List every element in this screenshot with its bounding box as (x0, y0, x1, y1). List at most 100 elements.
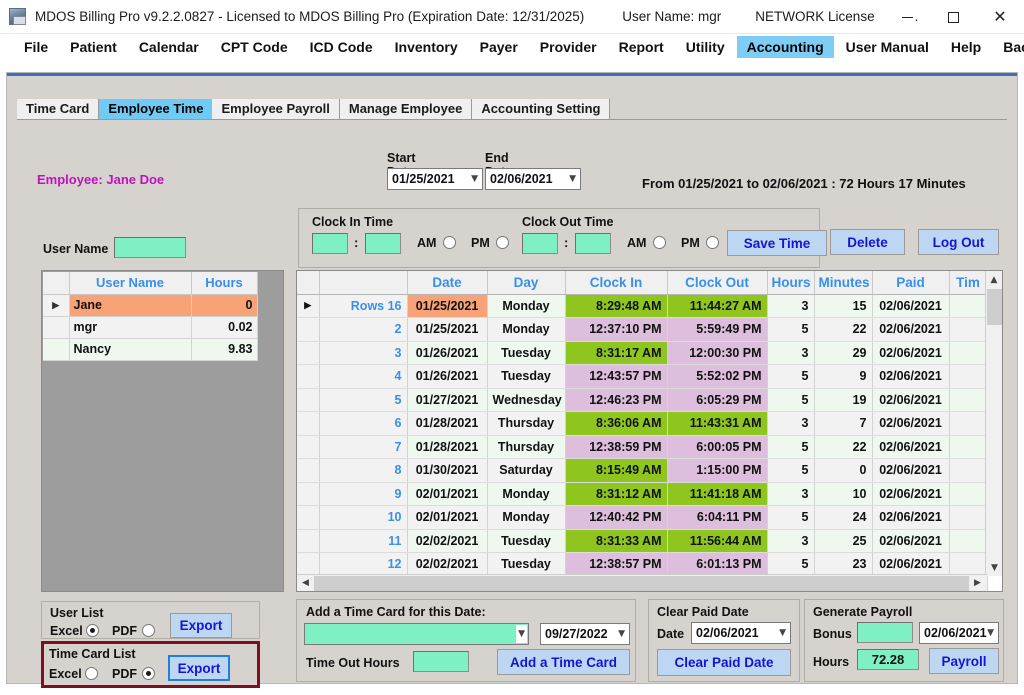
vertical-scroll-thumb[interactable] (987, 289, 1002, 325)
end-date-combo[interactable]: 02/06/2021 ▼ (485, 168, 581, 190)
user-list-excel-radio[interactable] (86, 624, 99, 637)
tab-employee-time[interactable]: Employee Time (99, 99, 212, 120)
menu-item-user-manual[interactable]: User Manual (836, 36, 939, 58)
time-grid-row[interactable]: ▶Rows 1601/25/2021Monday8:29:48 AM11:44:… (297, 294, 987, 318)
time-grid-col-marker[interactable] (297, 271, 319, 294)
clock-out-hour-input[interactable] (522, 233, 558, 254)
time-grid-row[interactable]: 301/26/2021Tuesday8:31:17 AM12:00:30 PM3… (297, 341, 987, 365)
time-grid-row[interactable]: 1102/02/2021Tuesday8:31:33 AM11:56:44 AM… (297, 529, 987, 553)
time-card-list-excel-radio[interactable] (85, 667, 98, 680)
tab-time-card[interactable]: Time Card (17, 99, 99, 120)
time-grid-col-rownum[interactable] (319, 271, 407, 294)
user-row-name: Jane (69, 294, 191, 316)
tab-employee-payroll[interactable]: Employee Payroll (212, 99, 339, 120)
tab-manage-employee[interactable]: Manage Employee (340, 99, 472, 120)
time-grid-col-minutes[interactable]: Minutes (814, 271, 872, 294)
user-list-pdf-radio[interactable] (142, 624, 155, 637)
add-a-time-card-button[interactable]: Add a Time Card (497, 649, 630, 675)
time-grid-row[interactable]: 701/28/2021Thursday12:38:59 PM6:00:05 PM… (297, 435, 987, 459)
add-time-card-date-combo[interactable]: 09/27/2022 ▼ (540, 623, 630, 645)
time-grid-header-row: Date Day Clock In Clock Out Hours Minute… (297, 271, 987, 294)
time-grid-cell-paid: 02/06/2021 (872, 435, 949, 459)
time-grid-col-paid[interactable]: Paid (872, 271, 949, 294)
tab-accounting-setting[interactable]: Accounting Setting (472, 99, 610, 120)
clock-in-hour-input[interactable] (312, 233, 348, 254)
user-list-col-hours[interactable]: Hours (191, 272, 257, 294)
user-list-col-user-name[interactable]: User Name (69, 272, 191, 294)
user-list-grid[interactable]: User Name Hours ▶ Jane 0 mgr (41, 270, 284, 592)
menu-item-calendar[interactable]: Calendar (129, 36, 209, 58)
scroll-down-icon[interactable]: ▼ (986, 559, 1003, 576)
time-grid-row[interactable]: 1002/01/2021Monday12:40:42 PM6:04:11 PM5… (297, 506, 987, 530)
bonus-input[interactable] (857, 622, 913, 643)
start-date-combo[interactable]: 01/25/2021 ▼ (387, 168, 483, 190)
time-grid-row[interactable]: 501/27/2021Wednesday12:46:23 PM6:05:29 P… (297, 388, 987, 412)
time-grid-col-clock-out[interactable]: Clock Out (667, 271, 767, 294)
clock-out-minute-input[interactable] (575, 233, 611, 254)
time-grid-col-day[interactable]: Day (487, 271, 565, 294)
payroll-date-combo[interactable]: 02/06/2021 ▼ (919, 622, 999, 644)
scroll-right-icon[interactable]: ▶ (969, 578, 986, 588)
employee-time-grid[interactable]: Date Day Clock In Clock Out Hours Minute… (296, 270, 1003, 592)
user-list-row[interactable]: Nancy 9.83 (43, 338, 282, 360)
scroll-up-icon[interactable]: ▲ (986, 271, 1002, 288)
menu-item-patient[interactable]: Patient (60, 36, 127, 58)
log-out-button[interactable]: Log Out (918, 229, 999, 255)
scroll-left-icon[interactable]: ◀ (297, 578, 314, 588)
user-list-row[interactable]: ▶ Jane 0 (43, 294, 282, 316)
payroll-button[interactable]: Payroll (929, 648, 999, 674)
time-grid-row[interactable]: 902/01/2021Monday8:31:12 AM11:41:18 AM31… (297, 482, 987, 506)
horizontal-scroll-thumb[interactable] (314, 576, 969, 591)
menu-item-utility[interactable]: Utility (676, 36, 735, 58)
menu-item-inventory[interactable]: Inventory (385, 36, 468, 58)
clock-in-am-radio[interactable] (443, 236, 456, 249)
menu-item-help[interactable]: Help (941, 36, 991, 58)
time-grid-col-clock-in[interactable]: Clock In (565, 271, 667, 294)
close-button[interactable]: ✕ (976, 0, 1024, 34)
time-grid-row[interactable]: 801/30/2021Saturday8:15:49 AM1:15:00 PM5… (297, 459, 987, 483)
menu-item-payer[interactable]: Payer (470, 36, 528, 58)
menu-item-back[interactable]: Back (993, 36, 1024, 58)
time-grid-row-marker (297, 506, 319, 530)
grid-vertical-scrollbar[interactable]: ▲ ▼ (985, 271, 1002, 576)
clear-paid-date-combo[interactable]: 02/06/2021 ▼ (691, 622, 791, 644)
user-list-row[interactable]: mgr 0.02 (43, 316, 282, 338)
clock-in-minute-input[interactable] (365, 233, 401, 254)
time-out-hours-input[interactable] (413, 651, 469, 672)
time-grid-cell-clock-in: 8:31:33 AM (565, 529, 667, 553)
menu-item-icd-code[interactable]: ICD Code (300, 36, 383, 58)
generate-payroll-group: Generate Payroll Bonus 02/06/2021 ▼ Hour… (804, 599, 1004, 682)
user-row-hours: 0.02 (191, 316, 257, 338)
user-list-export-button[interactable]: Export (170, 613, 232, 638)
time-grid-col-date[interactable]: Date (407, 271, 487, 294)
save-time-button[interactable]: Save Time (727, 230, 827, 256)
grid-horizontal-scrollbar[interactable]: ◀ ▶ (297, 574, 987, 591)
menu-item-provider[interactable]: Provider (530, 36, 607, 58)
time-grid-col-time-out[interactable]: Tim (949, 271, 987, 294)
time-grid-cell-date: 01/26/2021 (407, 365, 487, 389)
add-time-card-user-combo[interactable]: ▼ (304, 623, 529, 645)
time-grid-row[interactable]: 601/28/2021Thursday8:36:06 AM11:43:31 AM… (297, 412, 987, 436)
menu-item-accounting[interactable]: Accounting (737, 36, 834, 58)
clear-paid-date-button[interactable]: Clear Paid Date (657, 649, 791, 676)
time-grid-row[interactable]: 201/25/2021Monday12:37:10 PM5:59:49 PM52… (297, 318, 987, 342)
time-grid-row-number: 3 (319, 341, 407, 365)
time-card-list-pdf-radio[interactable] (142, 667, 155, 680)
menu-item-report[interactable]: Report (609, 36, 674, 58)
time-grid-cell-day: Saturday (487, 459, 565, 483)
time-grid-row[interactable]: 401/26/2021Tuesday12:43:57 PM5:52:02 PM5… (297, 365, 987, 389)
clock-out-pm-radio[interactable] (706, 236, 719, 249)
clock-in-pm-radio[interactable] (496, 236, 509, 249)
user-list-col-marker[interactable] (43, 272, 69, 294)
maximize-button[interactable] (930, 0, 976, 34)
user-name-input[interactable] (114, 237, 186, 258)
window-license: NETWORK License (755, 9, 874, 24)
clock-out-am-radio[interactable] (653, 236, 666, 249)
menu-item-cpt-code[interactable]: CPT Code (211, 36, 298, 58)
time-grid-col-hours[interactable]: Hours (767, 271, 814, 294)
time-card-list-export-button[interactable]: Export (168, 655, 230, 681)
time-grid-row[interactable]: 1202/02/2021Tuesday12:38:57 PM6:01:13 PM… (297, 553, 987, 577)
delete-button[interactable]: Delete (830, 229, 905, 255)
menu-item-file[interactable]: File (14, 36, 58, 58)
minimize-button[interactable] (884, 0, 930, 34)
